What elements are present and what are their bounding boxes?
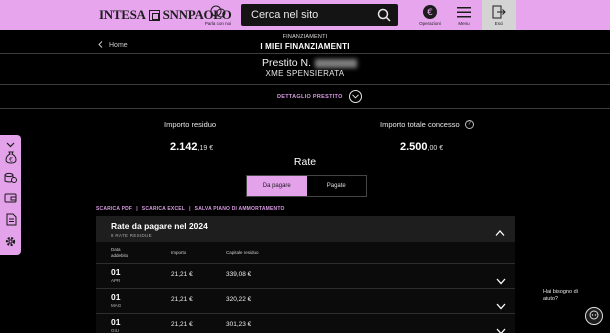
residual-amount-caption: Importo residuo xyxy=(164,120,217,129)
menu-label: Menu xyxy=(458,21,470,26)
chevron-down-circle-icon xyxy=(348,90,362,103)
installments-tabs: Da pagare Pagate xyxy=(246,175,367,197)
divider xyxy=(0,84,610,85)
chat-bubbles-icon xyxy=(209,4,227,20)
row-month: MAG xyxy=(111,303,122,308)
loan-detail-label: DETTAGLIO PRESTITO xyxy=(277,93,343,100)
logout-label: Esci xyxy=(494,21,504,26)
logout-icon xyxy=(490,4,508,20)
granted-amount-dec: ,00 € xyxy=(427,145,444,152)
row-capital: 339,08 € xyxy=(226,271,252,278)
granted-amount: 2.500,00 € xyxy=(400,141,443,153)
row-month: GIU xyxy=(111,328,120,333)
svg-text:€: € xyxy=(9,157,13,164)
loan-number-masked xyxy=(315,58,358,68)
table-row[interactable]: 01 APR 21,21 € 339,08 € xyxy=(96,263,515,287)
euro-circle-icon: € xyxy=(421,4,439,20)
table-row[interactable]: 01 MAG 21,21 € 320,22 € xyxy=(96,288,515,312)
quick-actions-toolbar: € xyxy=(0,135,21,255)
search-icon[interactable] xyxy=(377,8,391,22)
row-day: 01 xyxy=(111,317,121,327)
row-amount: 21,21 € xyxy=(171,296,193,303)
download-links: SCARICA PDF | SCARICA EXCEL | SALVA PIAN… xyxy=(96,206,285,212)
tab-to-pay[interactable]: Da pagare xyxy=(247,176,307,196)
loan-detail-toggle[interactable]: DETTAGLIO PRESTITO xyxy=(277,90,362,103)
link-separator: | xyxy=(136,206,138,212)
row-capital: 320,22 € xyxy=(226,296,252,303)
hamburger-icon xyxy=(455,4,473,20)
residual-amount-dec: ,19 € xyxy=(197,145,214,152)
row-day: 01 xyxy=(111,267,121,277)
settings-icon[interactable] xyxy=(3,234,18,249)
chat-icon xyxy=(589,307,599,325)
row-month: APR xyxy=(111,278,121,283)
column-header-amount: Importo xyxy=(171,250,187,255)
logout-button[interactable]: Esci xyxy=(482,0,516,30)
row-day: 01 xyxy=(111,292,121,302)
help-prompt: Hai bisogno di aiuto? xyxy=(543,289,578,302)
granted-amount-int: 2.500 xyxy=(400,141,428,153)
search-input[interactable] xyxy=(241,4,371,26)
divider xyxy=(0,53,610,54)
document-icon[interactable] xyxy=(3,212,18,227)
operations-button[interactable]: € Operazioni xyxy=(415,0,445,30)
chevron-up-icon[interactable] xyxy=(495,224,505,236)
brand-logo-mark xyxy=(148,9,160,21)
column-header-capital: Capitale residuo xyxy=(226,250,259,255)
operations-label: Operazioni xyxy=(419,21,441,26)
column-header-date: Data addebito xyxy=(111,247,128,259)
info-icon[interactable]: ? xyxy=(464,120,474,129)
brand-logo-left: INTESA xyxy=(99,7,146,22)
installments-subtitle: 8 RATE RESIDUE xyxy=(111,233,152,238)
granted-amount-caption: Importo totale concesso xyxy=(380,120,460,129)
loan-number-label: Prestito N. xyxy=(262,57,312,69)
menu-button[interactable]: Menu xyxy=(450,0,478,30)
divider xyxy=(0,108,610,109)
money-bag-icon[interactable]: € xyxy=(3,150,18,165)
table-row[interactable]: 01 GIU 21,21 € 301,23 € xyxy=(96,313,515,333)
rate-section-title: Rate xyxy=(293,156,317,168)
loan-number: Prestito N. xyxy=(262,57,358,69)
save-amortization-plan-link[interactable]: SALVA PIANO DI AMMORTAMENTO xyxy=(195,206,285,212)
installments-title: Rate da pagare nel 2024 xyxy=(111,221,208,231)
coins-icon[interactable] xyxy=(3,170,18,185)
tab-paid[interactable]: Pagate xyxy=(306,176,366,196)
chevron-down-icon[interactable] xyxy=(496,322,506,333)
column-header-date-line2: addebito xyxy=(111,253,129,258)
chevron-down-icon[interactable] xyxy=(496,272,506,285)
chevron-down-icon[interactable] xyxy=(496,297,506,310)
link-separator: | xyxy=(189,206,191,212)
residual-amount-label: Importo residuo xyxy=(164,120,216,129)
row-amount: 21,21 € xyxy=(171,271,193,278)
installments-panel-header[interactable]: Rate da pagare nel 2024 8 RATE RESIDUE xyxy=(96,216,515,242)
installments-panel: Rate da pagare nel 2024 8 RATE RESIDUE D… xyxy=(96,216,515,333)
download-excel-link[interactable]: SCARICA EXCEL xyxy=(142,206,185,212)
page-title: I MIEI FINANZIAMENTI xyxy=(260,42,350,51)
granted-amount-label: Importo totale concesso ? xyxy=(380,120,474,129)
help-chat-button[interactable] xyxy=(585,307,603,325)
talk-with-us-button[interactable]: Parla con noi xyxy=(202,0,234,30)
svg-text:€: € xyxy=(427,8,433,18)
row-amount: 21,21 € xyxy=(171,321,193,328)
residual-amount-int: 2.142 xyxy=(170,141,198,153)
loan-product-name: XME SPENSIERATA xyxy=(265,69,345,78)
wallet-icon[interactable] xyxy=(3,190,18,205)
site-search xyxy=(241,4,398,26)
download-pdf-link[interactable]: SCARICA PDF xyxy=(96,206,132,212)
top-header: INTESA SNNPAOLO Parla con noi € Operazio… xyxy=(0,0,610,30)
residual-amount: 2.142,19 € xyxy=(170,141,213,153)
talk-with-us-label: Parla con noi xyxy=(204,21,232,26)
row-capital: 301,23 € xyxy=(226,321,252,328)
breadcrumb[interactable]: FINANZIAMENTI xyxy=(0,34,610,40)
